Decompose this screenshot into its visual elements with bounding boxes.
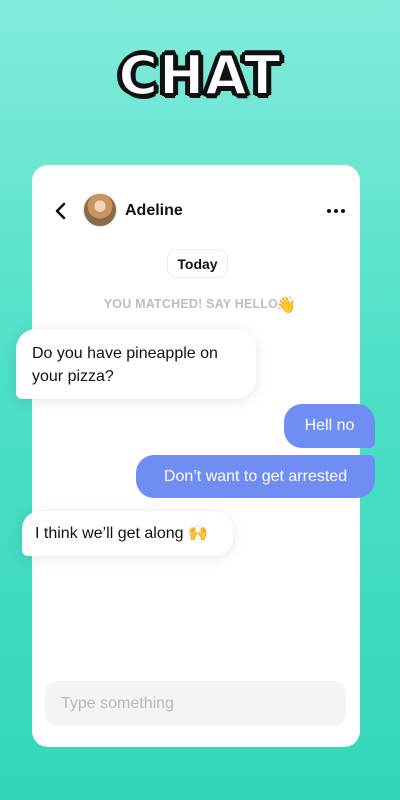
more-icon[interactable] (327, 203, 345, 219)
message-composer (45, 681, 346, 726)
avatar[interactable] (83, 193, 117, 227)
match-notice: YOU MATCHED! SAY HELLO👋 (0, 295, 400, 315)
message-bubble-incoming: I think we’ll get along 🙌 (22, 511, 233, 556)
promo-headline: CHAT (117, 43, 282, 108)
message-bubble-outgoing: Don’t want to get arrested (136, 455, 375, 498)
message-bubble-outgoing: Hell no (284, 404, 375, 448)
contact-name[interactable]: Adeline (125, 202, 183, 220)
match-notice-text: YOU MATCHED! SAY HELLO (103, 297, 279, 311)
waving-hand-icon: 👋 (276, 297, 297, 314)
message-input[interactable] (45, 681, 346, 726)
back-icon[interactable] (54, 201, 68, 221)
date-divider: Today (167, 249, 228, 278)
message-bubble-incoming: Do you have pineapple on your pizza? (16, 329, 256, 399)
